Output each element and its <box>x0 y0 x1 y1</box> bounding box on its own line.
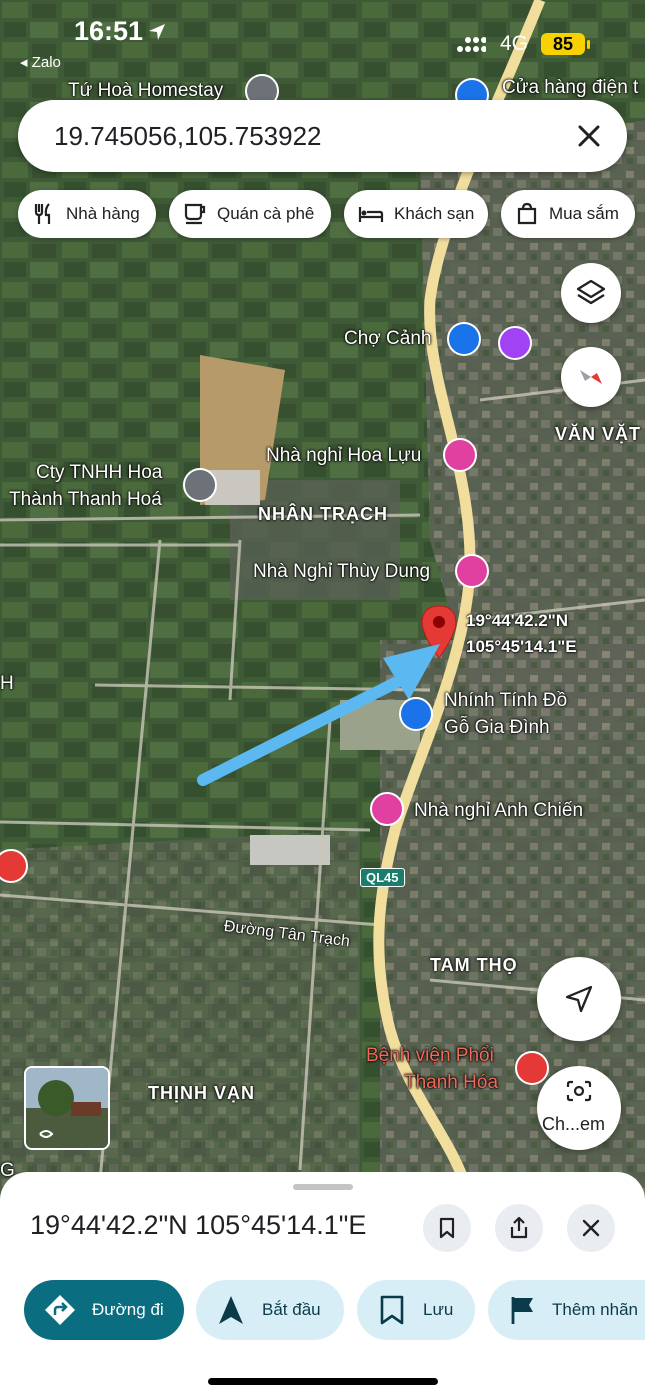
shopping-cart-pin-icon[interactable] <box>447 322 481 356</box>
place-label[interactable]: Nhà nghỉ Hoa Lựu <box>266 445 421 467</box>
hospital-pin-icon[interactable] <box>515 1051 549 1085</box>
place-label[interactable]: Chợ Cảnh <box>344 328 431 350</box>
area-label: THỊNH VẠN <box>148 1083 255 1103</box>
street-view-image <box>26 1068 108 1148</box>
place-label[interactable]: Gỗ Gia Đình <box>444 717 550 739</box>
close-sheet-button[interactable] <box>567 1204 615 1252</box>
action-label: Lưu <box>423 1300 454 1319</box>
search-input[interactable]: 19.745056,105.753922 <box>54 121 322 152</box>
place-label[interactable]: Cty TNHH Hoa <box>36 462 162 484</box>
sheet-coordinates: 19°44'42.2"N 105°45'14.1"E <box>30 1210 367 1240</box>
action-label: Bắt đầu <box>262 1300 321 1319</box>
chip-label: Khách sạn <box>394 204 475 223</box>
my-location-button[interactable] <box>537 957 621 1041</box>
place-label[interactable]: Tứ Hoà Homestay <box>68 80 223 102</box>
layers-icon <box>576 279 606 305</box>
save-bookmark-button[interactable] <box>423 1204 471 1252</box>
chip-label: Nhà hàng <box>66 204 140 223</box>
battery-level: 85 <box>541 33 585 55</box>
street-view-thumbnail[interactable] <box>24 1066 110 1150</box>
chip-label: Mua sắm <box>549 204 619 223</box>
chip-shopping[interactable]: Mua sắm <box>501 190 635 238</box>
navigation-arrow-icon <box>565 985 593 1013</box>
close-icon <box>582 1219 600 1237</box>
bed-icon <box>358 207 384 222</box>
close-icon[interactable] <box>571 118 607 154</box>
place-label[interactable]: Thanh Hóa <box>404 1072 498 1094</box>
network-type: 4G <box>500 32 529 55</box>
camera-pin-icon[interactable] <box>498 326 532 360</box>
place-label[interactable]: Thành Thanh Hoá <box>9 489 162 511</box>
status-time: 16:51 <box>74 16 144 46</box>
compass-icon <box>580 370 602 384</box>
camera-icon <box>566 1080 592 1102</box>
search-bar[interactable]: 19.745056,105.753922 <box>18 100 627 172</box>
chip-hotels[interactable]: Khách sạn <box>344 190 488 238</box>
directions-icon <box>45 1295 75 1325</box>
chip-cafe[interactable]: Quán cà phê <box>169 190 331 238</box>
status-bar: 16:51 ◂ Zalo 4G 85 <box>0 0 645 80</box>
compass-button[interactable] <box>561 347 621 407</box>
place-label[interactable]: Nhà nghỉ Anh Chiến <box>414 800 583 822</box>
hotel-pin-icon[interactable] <box>443 438 477 472</box>
chip-restaurants[interactable]: Nhà hàng <box>18 190 156 238</box>
place-label[interactable]: Cửa hàng điện t <box>502 77 638 99</box>
hotel-pin-icon[interactable] <box>370 792 404 826</box>
shop-pin-icon[interactable] <box>399 697 433 731</box>
start-button[interactable]: Bắt đầu <box>196 1280 344 1340</box>
place-details-sheet[interactable]: 19°44'42.2"N 105°45'14.1"E Đường đi Bắt … <box>0 1172 645 1398</box>
add-label-button[interactable]: Thêm nhãn <box>488 1280 645 1340</box>
coffee-icon <box>184 203 206 225</box>
back-to-app-link[interactable]: ◂ Zalo <box>20 53 61 71</box>
shopping-bag-icon <box>517 202 537 225</box>
save-button[interactable]: Lưu <box>357 1280 475 1340</box>
edge-label: H <box>0 673 14 694</box>
area-label: VĂN VẶT <box>555 424 642 444</box>
hotel-pin-icon[interactable] <box>455 554 489 588</box>
place-label[interactable]: Nhà Nghỉ Thùy Dung <box>253 561 430 583</box>
navigation-arrow-icon <box>219 1296 243 1324</box>
place-pin-icon[interactable] <box>183 468 217 502</box>
bookmark-icon <box>439 1217 455 1239</box>
category-chips: Nhà hàng Quán cà phê Khách sạn Mua sắm <box>18 190 645 238</box>
share-button[interactable] <box>495 1204 543 1252</box>
place-label[interactable]: Bệnh viện Phổi <box>366 1045 494 1067</box>
home-indicator[interactable] <box>208 1378 438 1385</box>
share-icon <box>510 1216 528 1239</box>
pin-coordinates-label: 19°44'42.2"N <box>466 611 569 630</box>
camera-search-button[interactable]: Ch...em <box>537 1066 621 1150</box>
sheet-drag-handle[interactable] <box>293 1184 353 1190</box>
signal-icon <box>457 37 486 52</box>
area-label: TAM THỌ <box>430 955 518 975</box>
road-shield: QL45 <box>360 868 405 887</box>
area-label: NHÂN TRẠCH <box>258 504 388 524</box>
flag-icon <box>511 1297 533 1324</box>
chip-label: Quán cà phê <box>217 204 315 223</box>
action-label: Thêm nhãn <box>552 1300 638 1319</box>
battery-icon <box>587 40 590 49</box>
camera-button-label: Ch...em <box>542 1114 606 1134</box>
directions-button[interactable]: Đường đi <box>24 1280 184 1340</box>
pin-coordinates-label: 105°45'14.1"E <box>466 637 577 656</box>
action-label: Đường đi <box>92 1300 164 1319</box>
layers-button[interactable] <box>561 263 621 323</box>
utensils-icon <box>34 203 51 224</box>
bookmark-icon <box>380 1295 404 1325</box>
location-arrow-icon <box>149 24 165 40</box>
place-label[interactable]: Nhính Tính Đồ <box>444 690 567 712</box>
